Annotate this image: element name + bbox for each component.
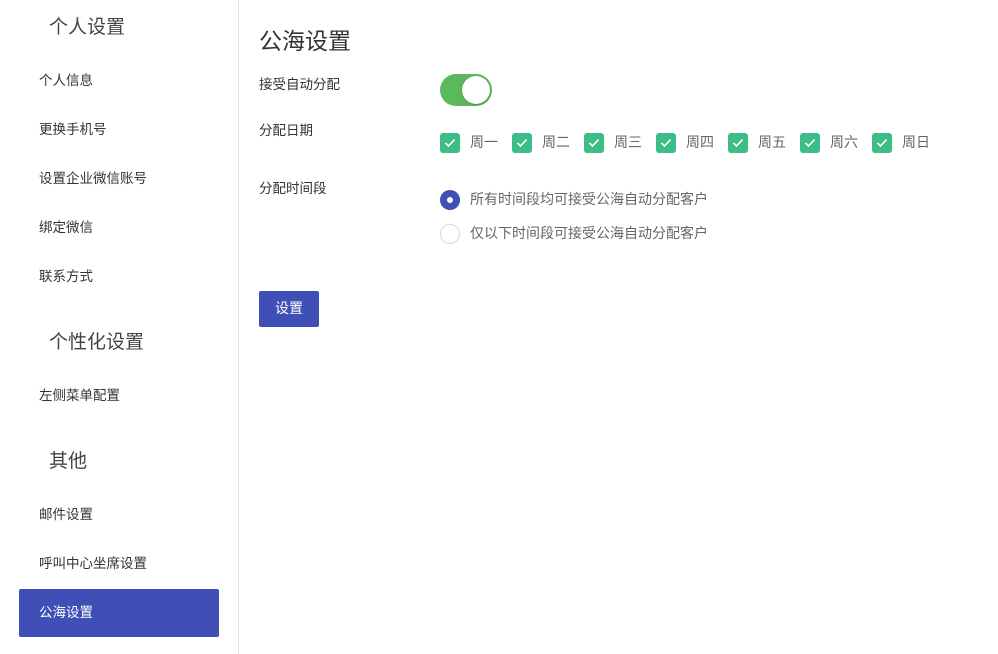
day-label: 周一 <box>470 135 498 151</box>
assign-time-label: 分配时间段 <box>259 181 327 197</box>
checkbox-checked-icon[interactable] <box>872 133 892 153</box>
sidebar-item-bind-wechat[interactable]: 绑定微信 <box>19 204 219 252</box>
day-label: 周四 <box>686 135 714 151</box>
day-option-sun[interactable]: 周日 <box>872 133 930 153</box>
time-option-specific[interactable]: 仅以下时间段可接受公海自动分配客户 <box>440 224 708 244</box>
sidebar-item-email-settings[interactable]: 邮件设置 <box>19 491 219 539</box>
radio-unselected-icon[interactable] <box>440 224 460 244</box>
checkbox-checked-icon[interactable] <box>512 133 532 153</box>
group-title-personalization: 个性化设置 <box>49 331 145 353</box>
day-option-mon[interactable]: 周一 <box>440 133 498 153</box>
sidebar-item-change-phone[interactable]: 更换手机号 <box>19 106 219 154</box>
group-title-other: 其他 <box>49 450 88 472</box>
checkbox-checked-icon[interactable] <box>656 133 676 153</box>
checkbox-checked-icon[interactable] <box>440 133 460 153</box>
day-label: 周六 <box>830 135 858 151</box>
sidebar-item-contact[interactable]: 联系方式 <box>19 253 219 301</box>
page-title: 公海设置 <box>259 29 351 55</box>
day-label: 周日 <box>902 135 930 151</box>
sidebar-item-personal-info[interactable]: 个人信息 <box>19 57 219 105</box>
settings-sidebar: 个人设置 个人信息 更换手机号 设置企业微信账号 绑定微信 联系方式 个性化设置… <box>0 0 239 654</box>
checkbox-checked-icon[interactable] <box>584 133 604 153</box>
day-option-fri[interactable]: 周五 <box>728 133 786 153</box>
auto-assign-label: 接受自动分配 <box>259 77 340 93</box>
assign-days-label: 分配日期 <box>259 123 313 139</box>
save-settings-button[interactable]: 设置 <box>259 291 319 327</box>
radio-label: 仅以下时间段可接受公海自动分配客户 <box>470 226 708 242</box>
sidebar-item-wecom-account[interactable]: 设置企业微信账号 <box>19 155 219 203</box>
sidebar-item-left-menu-config[interactable]: 左侧菜单配置 <box>19 372 219 420</box>
checkbox-checked-icon[interactable] <box>728 133 748 153</box>
main-content: 公海设置 接受自动分配 分配日期 周一 周二 周三 周四 周五 周六 周日 分配… <box>239 0 998 654</box>
day-label: 周二 <box>542 135 570 151</box>
day-label: 周三 <box>614 135 642 151</box>
radio-selected-icon[interactable] <box>440 190 460 210</box>
day-option-thu[interactable]: 周四 <box>656 133 714 153</box>
checkbox-checked-icon[interactable] <box>800 133 820 153</box>
toggle-knob <box>462 76 490 104</box>
sidebar-item-call-center[interactable]: 呼叫中心坐席设置 <box>19 540 219 588</box>
day-option-wed[interactable]: 周三 <box>584 133 642 153</box>
day-option-tue[interactable]: 周二 <box>512 133 570 153</box>
auto-assign-toggle[interactable] <box>440 74 492 106</box>
day-label: 周五 <box>758 135 786 151</box>
day-option-sat[interactable]: 周六 <box>800 133 858 153</box>
sidebar-item-public-pool[interactable]: 公海设置 <box>19 589 219 637</box>
group-title-personal: 个人设置 <box>49 16 126 38</box>
time-option-all[interactable]: 所有时间段均可接受公海自动分配客户 <box>440 190 708 210</box>
radio-label: 所有时间段均可接受公海自动分配客户 <box>470 192 708 208</box>
